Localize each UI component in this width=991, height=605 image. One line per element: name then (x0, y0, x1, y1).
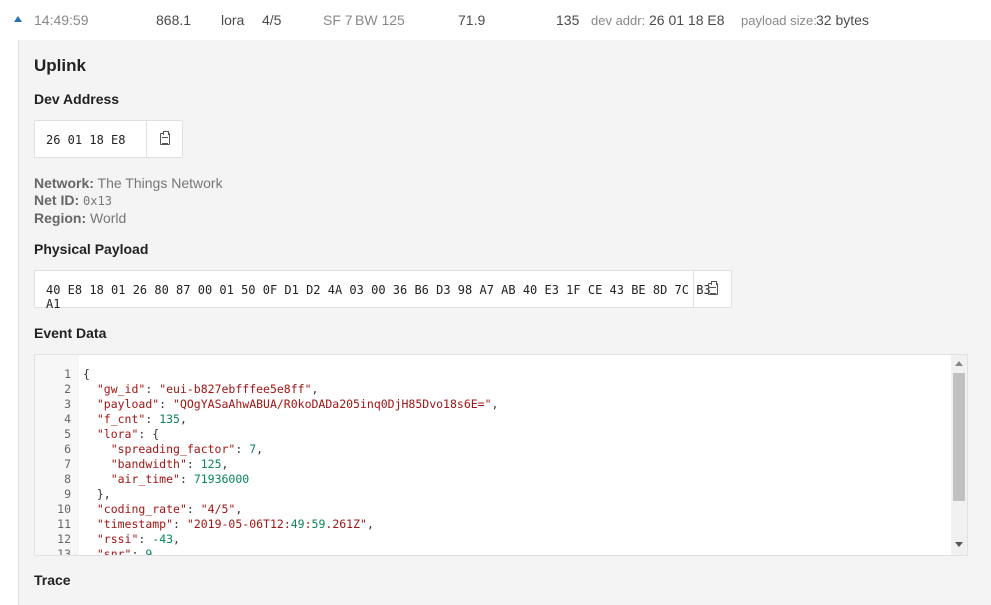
code-line: "spreading_factor": 7, (110, 442, 264, 456)
network-value: The Things Network (97, 175, 223, 191)
line-number: 3 (64, 397, 71, 411)
code-line: }, (83, 487, 111, 501)
code-line: "gw_id": "eui-b827ebfffee5e8ff", (96, 382, 319, 396)
code-line: "f_cnt": 135, (96, 412, 187, 426)
event-time: 14:49:59 (34, 12, 89, 28)
physical-payload-value[interactable]: 40 E8 18 01 26 80 87 00 01 50 0F D1 D2 4… (46, 283, 731, 311)
scroll-down-icon[interactable] (955, 542, 963, 547)
netid-label: Net ID: (34, 192, 80, 208)
line-number: 5 (64, 427, 71, 441)
line-number: 8 (64, 472, 71, 486)
scroll-thumb[interactable] (953, 373, 965, 501)
netid-row: Net ID: 0x13 (34, 192, 112, 208)
event-fcnt: 135 (556, 12, 580, 28)
event-airtime: 71.9 (458, 12, 486, 28)
line-number: 4 (64, 412, 71, 426)
code-line: "timestamp": "2019-05-06T12:49:59.261Z", (96, 517, 374, 531)
region-value: World (90, 210, 127, 226)
editor-scrollbar[interactable] (951, 355, 967, 555)
clipboard-icon (707, 281, 718, 295)
line-number: 11 (57, 517, 71, 531)
payload-size-label: payload size: (741, 13, 817, 28)
network-row: Network: The Things Network (34, 175, 223, 191)
event-row-header[interactable]: 14:49:59 868.1 lora 4/5 SF 7 BW 125 71.9… (0, 0, 991, 40)
event-sf: SF 7 (323, 12, 353, 28)
event-coding-rate: 4/5 (262, 12, 282, 28)
line-number: 10 (57, 502, 71, 516)
code-line: { (83, 367, 90, 381)
event-modulation: lora (221, 12, 245, 28)
dev-addr-value: 26 01 18 E8 (649, 12, 725, 28)
line-number: 7 (64, 457, 71, 471)
physical-payload-box: 40 E8 18 01 26 80 87 00 01 50 0F D1 D2 4… (34, 270, 732, 311)
copy-payload-button[interactable] (693, 271, 731, 307)
dev-address-box: 26 01 18 E8 (34, 120, 183, 158)
payload-size-value: 32 bytes (816, 12, 869, 28)
code-line: "bandwidth": 125, (110, 457, 229, 471)
scroll-up-icon[interactable] (955, 361, 963, 366)
copy-dev-address-button[interactable] (146, 121, 182, 157)
code-line: "coding_rate": "4/5", (96, 502, 243, 516)
line-number: 12 (57, 532, 71, 546)
dev-address-value[interactable]: 26 01 18 E8 (46, 133, 125, 147)
code-line: "rssi": -43, (96, 532, 180, 546)
line-number: 1 (64, 367, 71, 381)
trace-title: Trace (34, 572, 71, 588)
line-number: 13 (57, 547, 71, 556)
physical-payload-title: Physical Payload (34, 241, 149, 257)
event-bw: BW 125 (355, 12, 405, 28)
collapse-caret-icon[interactable] (14, 16, 22, 22)
netid-value: 0x13 (83, 194, 112, 208)
region-label: Region: (34, 210, 87, 226)
region-row: Region: World (34, 210, 126, 226)
line-number: 6 (64, 442, 71, 456)
network-label: Network: (34, 175, 94, 191)
event-frequency: 868.1 (156, 12, 192, 28)
code-line: "payload": "QOgYASaAhwABUA/R0koDADa205in… (96, 397, 499, 411)
line-number: 2 (64, 382, 71, 396)
code-line: "air_time": 71936000 (110, 472, 250, 486)
clipboard-icon (159, 131, 170, 145)
dev-addr-label: dev addr: (591, 13, 646, 28)
uplink-title: Uplink (34, 56, 86, 75)
event-data-title: Event Data (34, 325, 107, 341)
code-line: "lora": { (96, 427, 160, 441)
line-number: 9 (64, 487, 71, 501)
event-data-editor[interactable]: 1 {2 "gw_id": "eui-b827ebfffee5e8ff", 3 "p… (34, 354, 968, 556)
dev-address-title: Dev Address (34, 91, 120, 107)
code-line: "snr": 9, (96, 547, 160, 556)
